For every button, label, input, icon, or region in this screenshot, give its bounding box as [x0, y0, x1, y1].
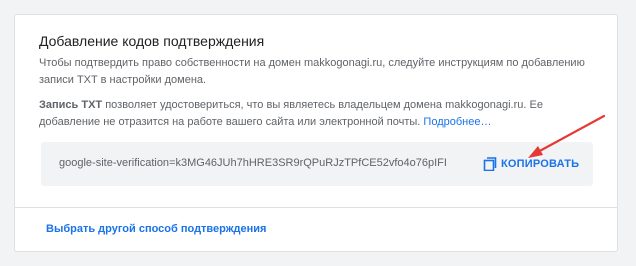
- verification-code-box: google-site-verification=k3MG46JUh7hHRE3…: [41, 142, 593, 186]
- choose-another-method-link[interactable]: Выбрать другой способ подтверждения: [46, 223, 266, 235]
- txt-record-info: Запись TXT позволяет удостовериться, что…: [39, 97, 599, 131]
- card-title: Добавление кодов подтверждения: [39, 33, 265, 49]
- verification-card: Добавление кодов подтверждения Чтобы под…: [14, 14, 618, 252]
- copy-icon: [483, 157, 497, 171]
- divider: [15, 207, 617, 208]
- learn-more-link[interactable]: Подробнее…: [423, 116, 491, 128]
- verification-code: google-site-verification=k3MG46JUh7hHRE3…: [59, 157, 447, 169]
- copy-button[interactable]: КОПИРОВАТЬ: [483, 152, 579, 176]
- card-description: Чтобы подтвердить право собственности на…: [39, 57, 585, 86]
- txt-record-label: Запись TXT: [39, 99, 103, 111]
- copy-button-label: КОПИРОВАТЬ: [501, 158, 580, 170]
